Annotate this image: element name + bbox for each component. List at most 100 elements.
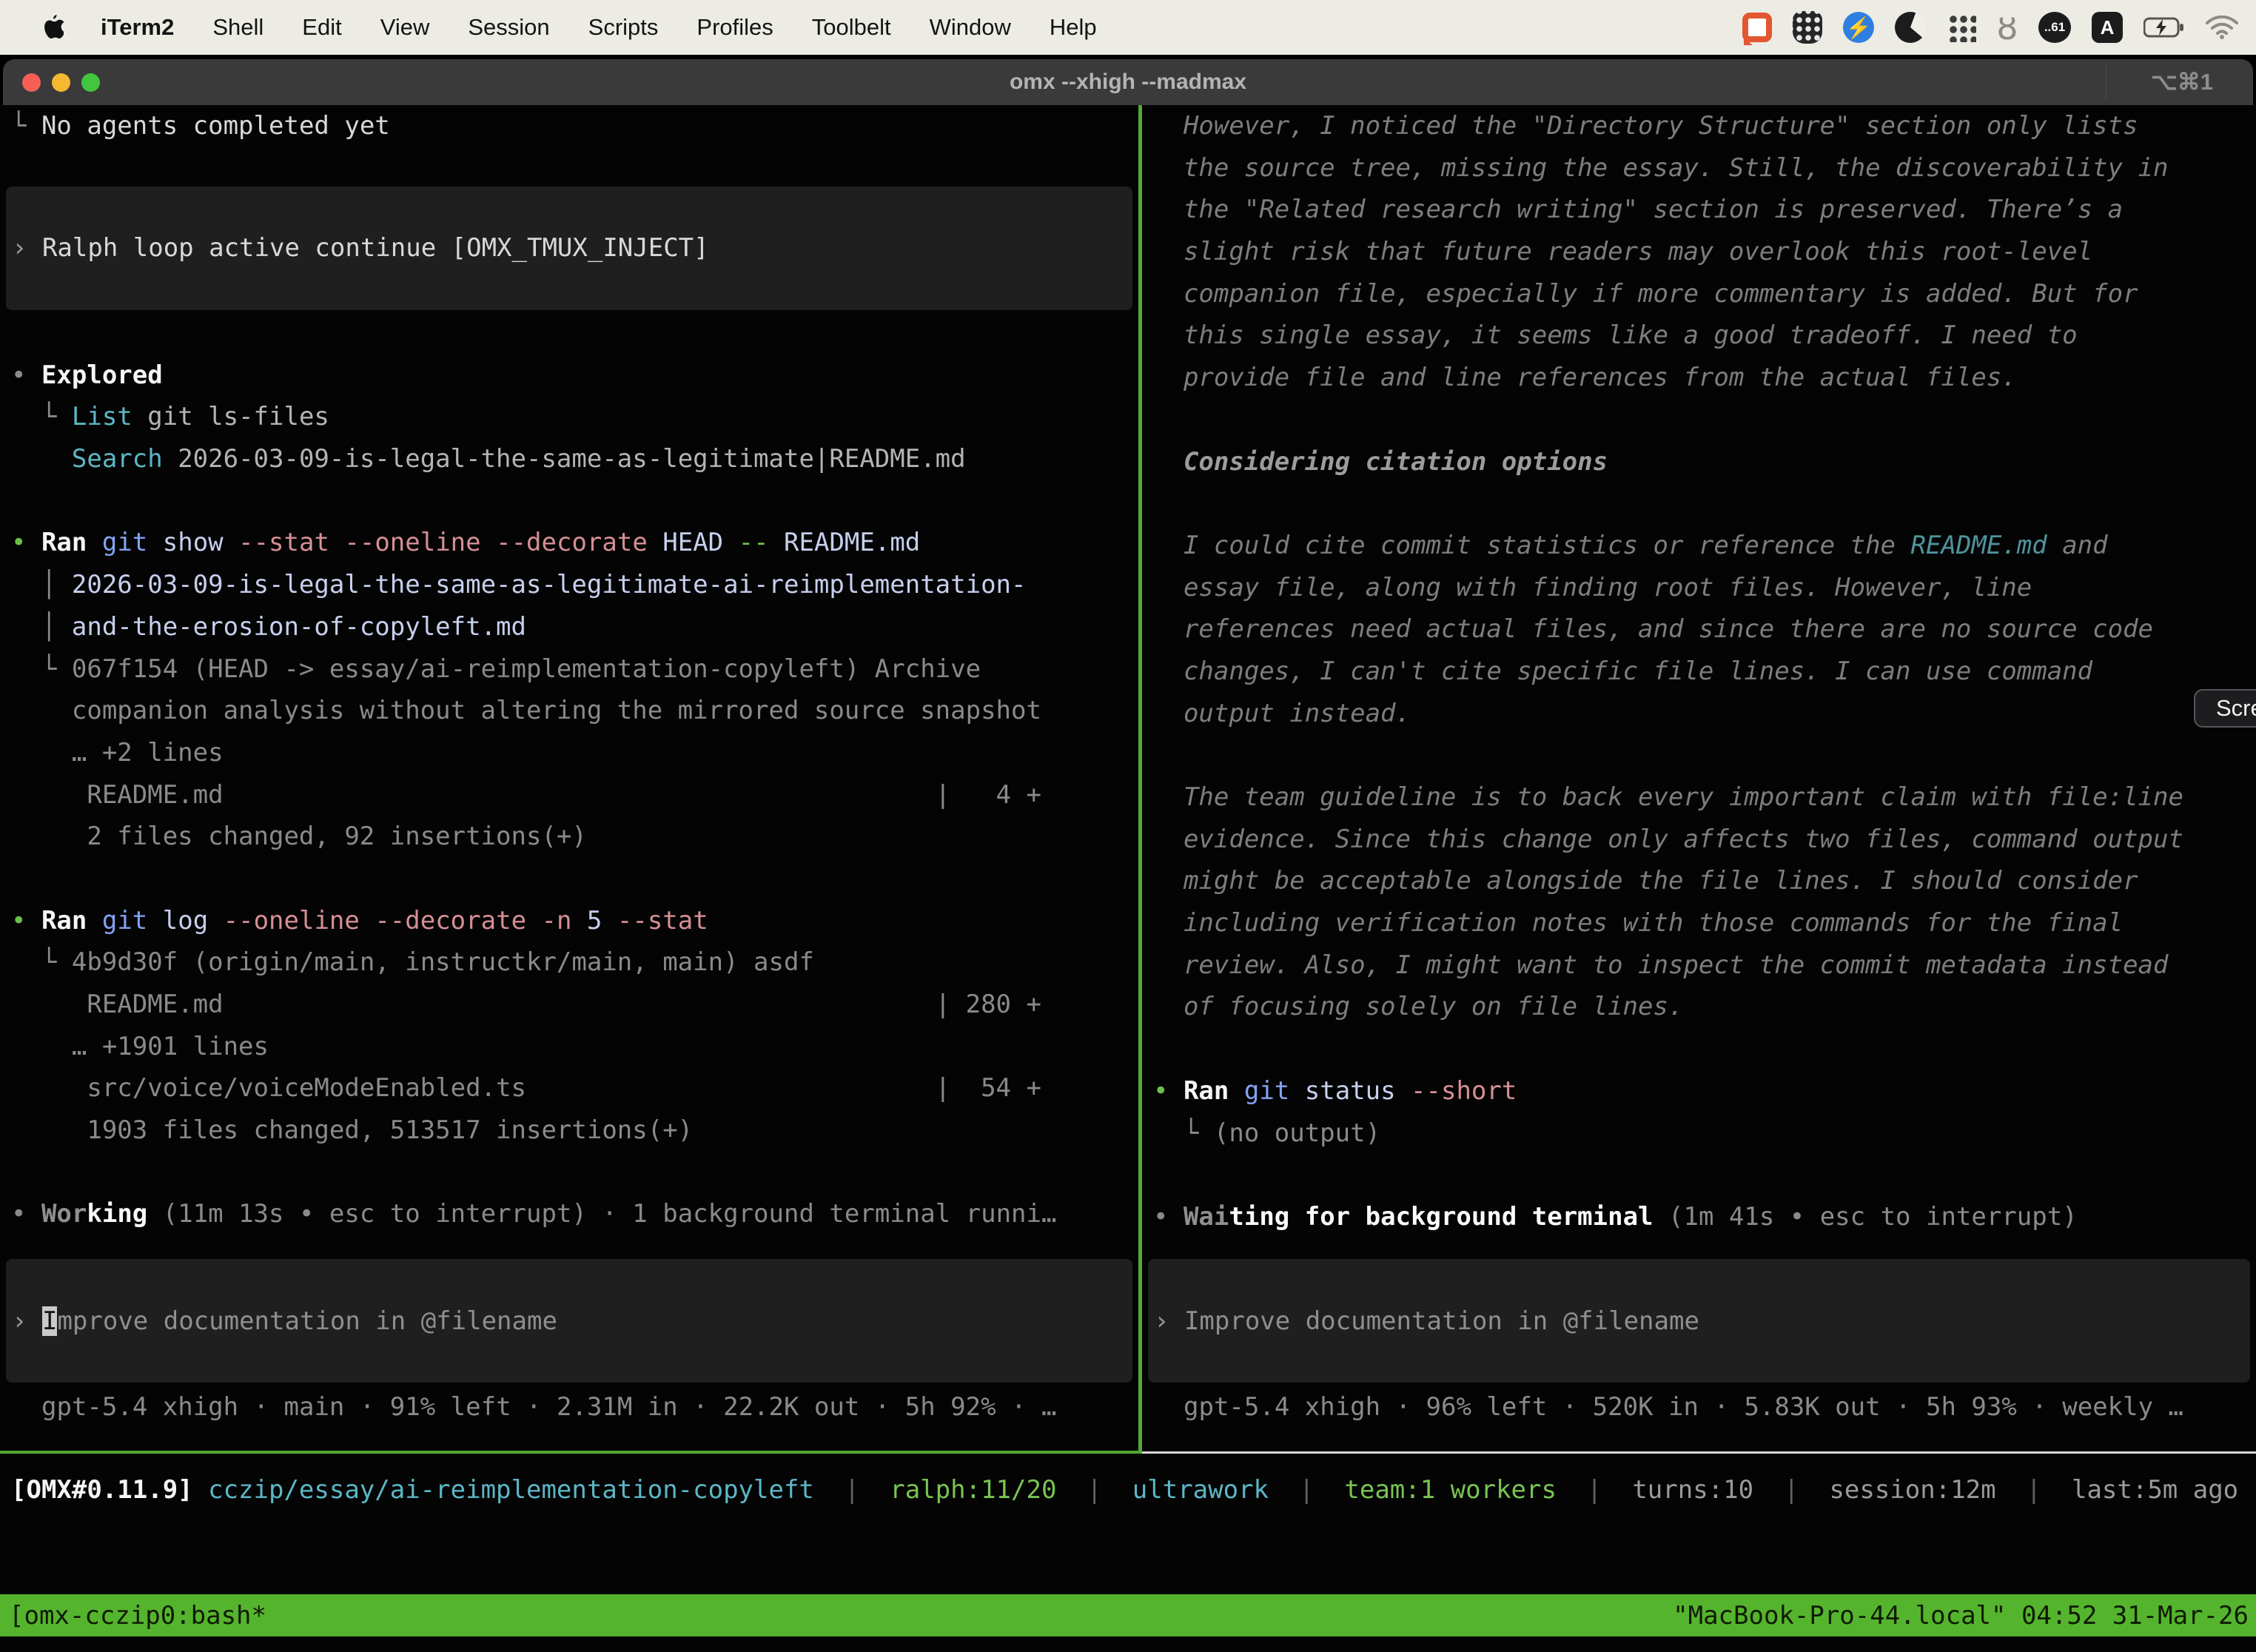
menu-item-edit[interactable]: Edit	[302, 14, 341, 41]
model-status-right: gpt-5.4 xhigh · 96% left · 520K in · 5.8…	[1142, 1386, 2256, 1428]
terminal-line: • Ran git status --short	[1142, 1070, 2256, 1112]
terminal-line: However, I noticed the "Directory Struct…	[1142, 105, 2256, 147]
apple-menu[interactable]	[41, 13, 67, 42]
tmux-status-bar: [omx-cczip0:bash* "MacBook-Pro-44.local"…	[0, 1594, 2256, 1636]
right-pane-bottom: › Improve documentation in @filename gpt…	[1142, 1259, 2256, 1451]
wifi-icon[interactable]	[2206, 16, 2238, 39]
inject-banner: › Ralph loop active continue [OMX_TMUX_I…	[6, 187, 1132, 310]
shield-grid-icon[interactable]	[1793, 11, 1822, 44]
terminal-line: of focusing solely on file lines.	[1142, 986, 2256, 1028]
terminal-line: • Waiting for background terminal (1m 41…	[1142, 1196, 2256, 1238]
pie-chart-icon[interactable]	[1895, 12, 1926, 43]
terminal-line: Search 2026-03-09-is-legal-the-same-as-l…	[0, 438, 1138, 480]
menu-bar: iTerm2 Shell Edit View Session Scripts Profile…	[0, 0, 2256, 55]
terminal-line: README.md | 4 +	[0, 774, 1138, 816]
keyboard-layout-icon[interactable]: A	[2092, 12, 2123, 43]
pane-border-bottom-left	[0, 1451, 1138, 1454]
terminal-line: … +1901 lines	[0, 1026, 1138, 1068]
apple-logo-icon	[41, 14, 64, 41]
model-status-left: gpt-5.4 xhigh · main · 91% left · 2.31M …	[0, 1386, 1138, 1428]
terminal-line: └ (no output)	[1142, 1112, 2256, 1155]
terminal-line: essay file, along with finding root file…	[1142, 567, 2256, 609]
terminal-line: the "Related research writing" section i…	[1142, 189, 2256, 231]
prompt-input-left[interactable]: › Improve documentation in @filename	[6, 1259, 1132, 1383]
terminal-line: └ No agents completed yet	[0, 105, 1138, 147]
menu-item-view[interactable]: View	[380, 14, 430, 41]
terminal-line	[1142, 734, 2256, 776]
terminal-line: evidence. Since this change only affects…	[1142, 819, 2256, 861]
blue-bolt-icon[interactable]: ⚡	[1843, 12, 1874, 43]
menu-item-shell[interactable]: Shell	[212, 14, 263, 41]
input-text: Improve documentation in @filename	[1184, 1306, 1699, 1336]
terminal-line: output instead.	[1142, 693, 2256, 735]
battery-icon[interactable]	[2143, 17, 2185, 38]
terminal-line: slight risk that future readers may over…	[1142, 231, 2256, 273]
terminal-line: src/voice/voiceModeEnabled.ts | 54 +	[0, 1067, 1138, 1109]
pane-border-bottom-right	[1142, 1451, 2256, 1454]
menu-item-help[interactable]: Help	[1050, 14, 1097, 41]
text-cursor: I	[42, 1306, 57, 1336]
screen-recording-icon[interactable]	[1742, 13, 1772, 42]
omx-status-bar: [OMX#0.11.9] cczip/essay/ai-reimplementa…	[0, 1469, 2256, 1511]
agent-transcript-left: • Explored └ List git ls-files Search 20…	[0, 355, 1138, 1235]
screen: { "menu_bar": { "items": ["iTerm2", "She…	[0, 0, 2256, 1652]
terminal-line: 2 files changed, 92 insertions(+)	[0, 816, 1138, 858]
window-shortcut-badge: ⌥⌘1	[2151, 59, 2213, 105]
terminal-line: might be acceptable alongside the file l…	[1142, 860, 2256, 902]
menu-items: iTerm2 Shell Edit View Session Scripts Profile…	[101, 14, 1097, 41]
terminal-line	[0, 1152, 1138, 1194]
terminal-line: └ List git ls-files	[0, 396, 1138, 438]
menu-item-profiles[interactable]: Profiles	[696, 14, 773, 41]
tmux-pane-left[interactable]: └ No agents completed yet › Ralph loop a…	[0, 105, 1138, 1451]
terminal-content: └ No agents completed yet › Ralph loop a…	[0, 105, 2256, 1652]
terminal-line	[1142, 399, 2256, 441]
terminal-line: … +2 lines	[0, 732, 1138, 774]
terminal-line: The team guideline is to back every impo…	[1142, 776, 2256, 819]
terminal-line: companion file, especially if more comme…	[1142, 273, 2256, 315]
terminal-line: the source tree, missing the essay. Stil…	[1142, 147, 2256, 189]
percent-badge-icon[interactable]: ..61	[2038, 12, 2071, 43]
menu-item-toolbelt[interactable]: Toolbelt	[812, 14, 891, 41]
terminal-line: • Working (11m 13s • esc to interrupt) ·…	[0, 1193, 1138, 1235]
terminal-line: 1903 files changed, 513517 insertions(+)	[0, 1109, 1138, 1152]
input-text: mprove documentation in @filename	[57, 1306, 557, 1336]
agents-status-lines: └ No agents completed yet	[0, 105, 1138, 147]
terminal-line: └ 067f154 (HEAD -> essay/ai-reimplementa…	[0, 648, 1138, 691]
terminal-line	[0, 858, 1138, 900]
terminal-line: │ and-the-erosion-of-copyleft.md	[0, 606, 1138, 648]
squiggle-icon[interactable]: ȣ	[1997, 13, 2018, 42]
terminal-line	[0, 480, 1138, 523]
terminal-line: └ 4b9d30f (origin/main, instructkr/main,…	[0, 941, 1138, 984]
window-title-bar: omx --xhigh --madmax ⌥⌘1	[3, 59, 2253, 105]
terminal-line: │ 2026-03-09-is-legal-the-same-as-legiti…	[0, 564, 1138, 606]
titlebar-divider	[2105, 64, 2106, 101]
prompt-chevron-icon: ›	[12, 1306, 42, 1336]
menu-item-iterm2[interactable]: iTerm2	[101, 14, 174, 41]
left-pane-bottom: › Improve documentation in @filename gpt…	[0, 1259, 1138, 1451]
tooltip-label: Scre	[2216, 695, 2256, 722]
window-title: omx --xhigh --madmax	[3, 59, 2253, 105]
prompt-input-right[interactable]: › Improve documentation in @filename	[1148, 1259, 2250, 1383]
menu-item-session[interactable]: Session	[468, 14, 549, 41]
screen-tooltip: Scre	[2194, 689, 2256, 728]
prompt-chevron-icon: ›	[1154, 1306, 1184, 1336]
terminal-line: including verification notes with those …	[1142, 902, 2256, 944]
terminal-line	[1142, 483, 2256, 525]
terminal-line: review. Also, I might want to inspect th…	[1142, 944, 2256, 987]
inject-line: › Ralph loop active continue [OMX_TMUX_I…	[6, 233, 709, 263]
terminal-line: changes, I can't cite specific file line…	[1142, 651, 2256, 693]
menu-item-scripts[interactable]: Scripts	[588, 14, 659, 41]
terminal-line	[1142, 1154, 2256, 1196]
terminal-line: • Ran git show --stat --oneline --decora…	[0, 522, 1138, 564]
dots-grid-icon[interactable]	[1947, 13, 1976, 42]
status-tray: ⚡ ȣ ..61 A	[1742, 0, 2238, 55]
menu-item-window[interactable]: Window	[930, 14, 1011, 41]
terminal-line: provide file and line references from th…	[1142, 357, 2256, 399]
tmux-pane-right[interactable]: However, I noticed the "Directory Struct…	[1142, 105, 2256, 1451]
terminal-line: Considering citation options	[1142, 441, 2256, 483]
terminal-line: references need actual files, and since …	[1142, 608, 2256, 651]
terminal-line: companion analysis without altering the …	[0, 690, 1138, 732]
tmux-window-list[interactable]: [omx-cczip0:bash*	[9, 1601, 266, 1631]
terminal-line	[1142, 1028, 2256, 1070]
terminal-line: README.md | 280 +	[0, 984, 1138, 1026]
